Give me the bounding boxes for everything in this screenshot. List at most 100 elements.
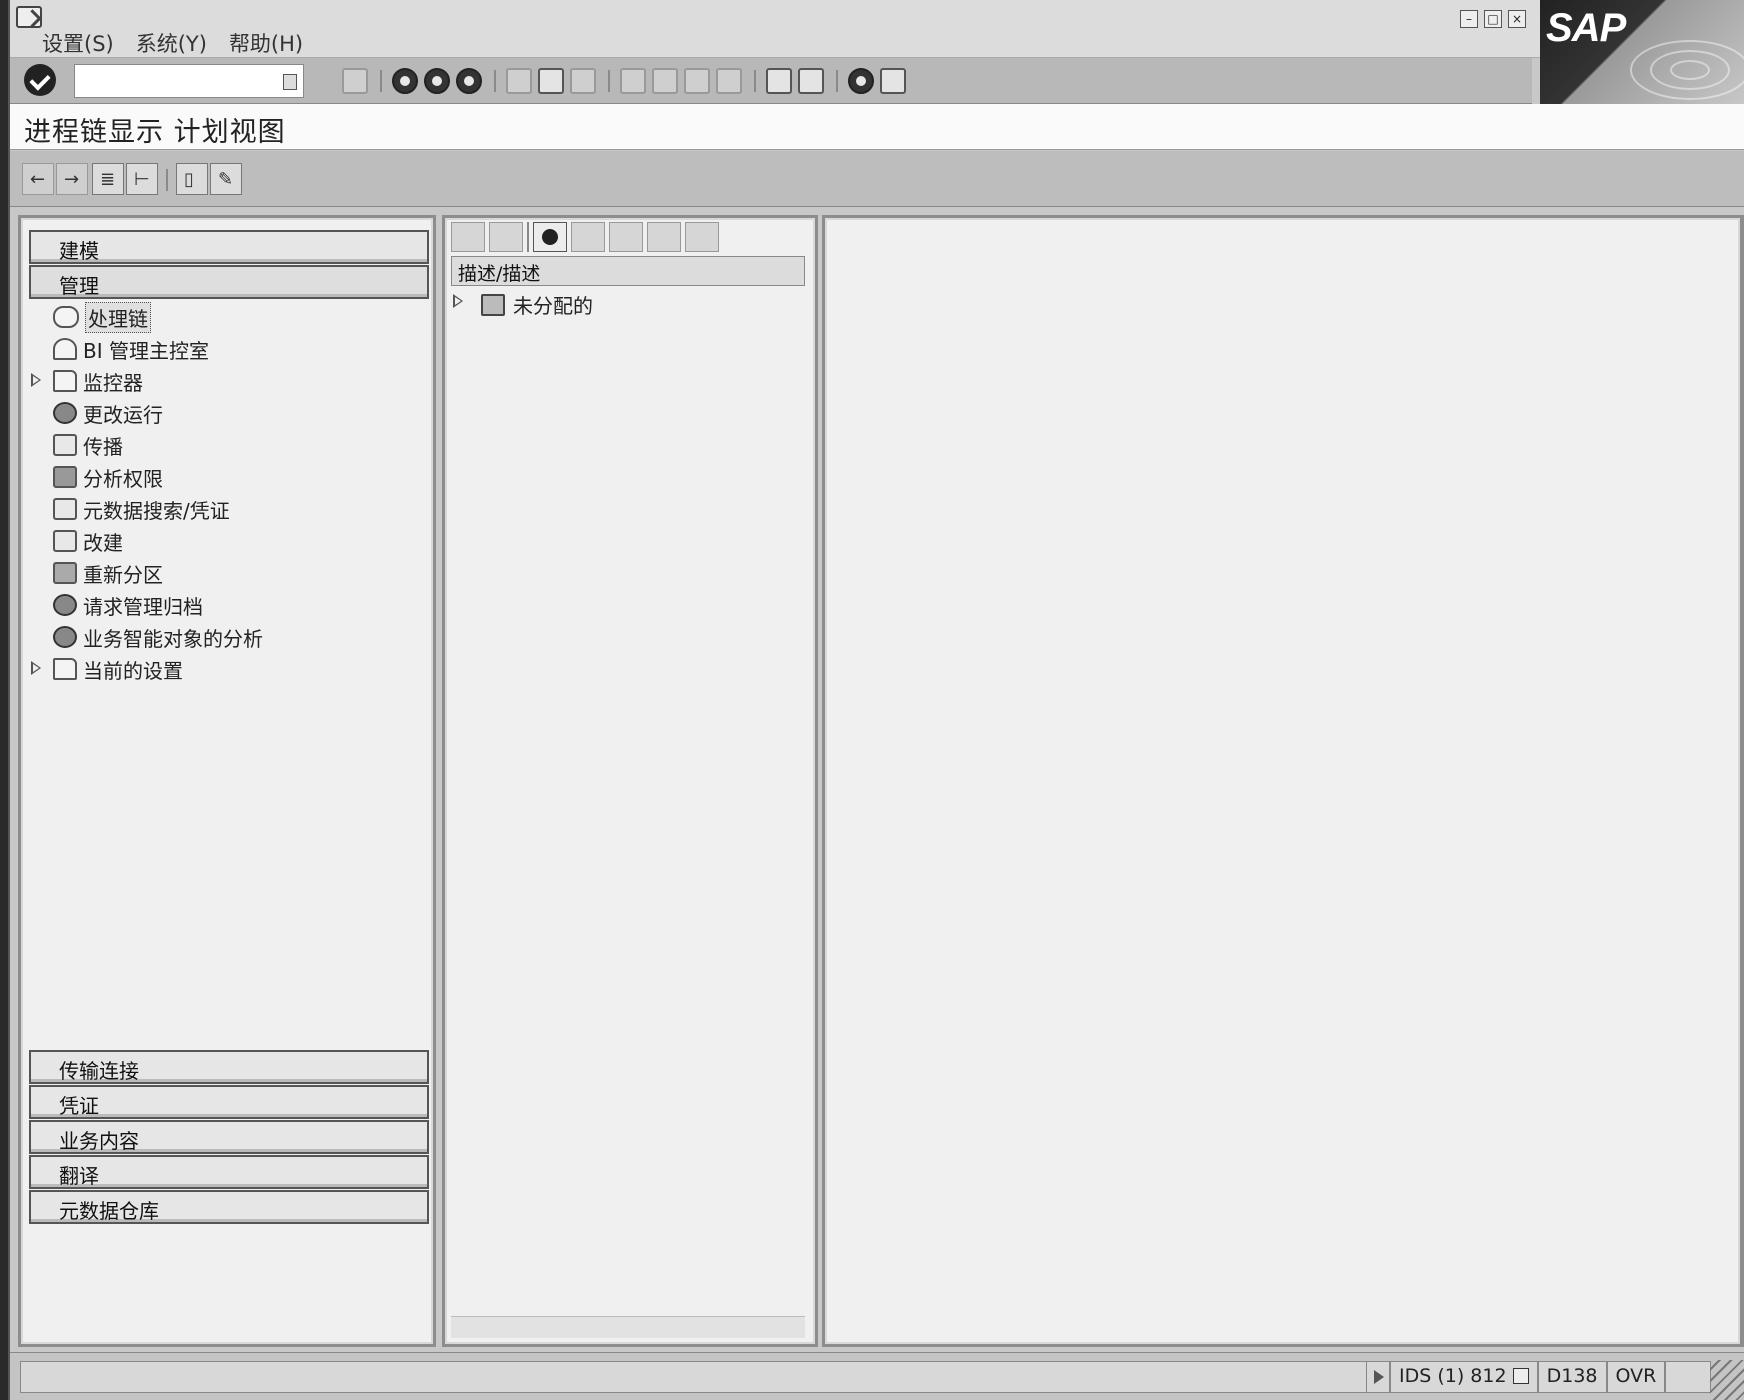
toolbar-separator (527, 222, 529, 252)
print-icon[interactable] (506, 68, 532, 94)
menu-items: 设置(S) 系统(Y) 帮助(H) (42, 28, 303, 58)
tree-item-propagate[interactable]: 传播 (53, 430, 123, 460)
expand-triangle-icon[interactable] (31, 373, 41, 387)
section-translation[interactable]: 翻译 (29, 1155, 429, 1189)
last-page-icon[interactable] (716, 68, 742, 94)
previous-page-icon[interactable] (652, 68, 678, 94)
expand-triangle-icon[interactable] (453, 294, 463, 308)
create-session-icon[interactable] (766, 68, 792, 94)
menu-bar: 设置(S) 系统(Y) 帮助(H) – □ × SAP (10, 0, 1744, 104)
layout-menu-icon[interactable] (880, 68, 906, 94)
exit-icon[interactable] (424, 68, 450, 94)
title-bar: 进程链显示 计划视图 (10, 104, 1744, 150)
gear-icon (53, 594, 77, 616)
gears-icon (53, 402, 77, 424)
system-info[interactable]: IDS (1) 812 (1390, 1361, 1538, 1393)
metadata-search-icon (53, 498, 77, 520)
tree-item-metadata-search[interactable]: 元数据搜索/凭证 (53, 494, 230, 524)
find-next-icon[interactable] (570, 68, 596, 94)
tree-item-request-archiving[interactable]: 请求管理归档 (53, 590, 203, 620)
collapse-arrow-icon[interactable] (316, 68, 330, 94)
status-message-area (20, 1361, 1376, 1393)
toolbar-separator (608, 70, 610, 92)
minimize-icon[interactable]: – (1460, 10, 1478, 28)
tree-item-monitors[interactable]: 监控器 (31, 366, 143, 396)
section-metadata-repository[interactable]: 元数据仓库 (29, 1190, 429, 1224)
shortcut-icon[interactable] (798, 68, 824, 94)
filter-icon[interactable] (571, 222, 605, 252)
status-toggle-icon[interactable] (1366, 1361, 1390, 1393)
help-icon[interactable] (848, 68, 874, 94)
tree-item-repartitioning[interactable]: 重新分区 (53, 558, 163, 588)
collapse-all-icon[interactable] (489, 222, 523, 252)
tree-item-analysis-authorizations[interactable]: 分析权限 (53, 462, 163, 492)
system-menu-icon[interactable] (16, 6, 42, 28)
new-document-icon[interactable]: ▯ (176, 163, 208, 195)
tree-view-icon[interactable]: ⊢ (126, 163, 158, 195)
maximize-icon[interactable]: □ (1484, 10, 1502, 28)
expand-all-icon[interactable] (451, 222, 485, 252)
window-controls: – □ × (1460, 10, 1526, 28)
hierarchy-icon (481, 293, 505, 316)
forward-arrow-icon[interactable]: → (56, 163, 88, 195)
folder-icon (53, 370, 77, 392)
page-title: 进程链显示 计划视图 (24, 117, 286, 148)
menu-settings[interactable]: 设置(S) (42, 28, 114, 58)
target-icon[interactable] (609, 222, 643, 252)
navigator-panel: 建模 管理 处理链 BI 管理主控室 监控器 更改运行 传播 分析权限 元数据搜… (18, 215, 436, 1347)
toolbar-separator (380, 70, 382, 92)
close-icon[interactable]: × (1508, 10, 1526, 28)
expand-triangle-icon[interactable] (31, 661, 41, 675)
enter-checkmark-icon[interactable] (24, 64, 56, 96)
tree-item-label: 重新分区 (83, 562, 163, 587)
toolbar-separator (166, 169, 168, 191)
save-icon[interactable] (342, 68, 368, 94)
edit-pencil-icon[interactable]: ✎ (210, 163, 242, 195)
repartition-icon (53, 562, 77, 584)
tree-item-bi-cockpit[interactable]: BI 管理主控室 (53, 334, 209, 364)
resize-grip-icon[interactable] (1710, 1360, 1744, 1400)
list-view-icon[interactable]: ≣ (92, 163, 124, 195)
tree-item-unassigned[interactable]: 未分配的 (453, 290, 593, 319)
chain-link-icon (53, 306, 79, 328)
command-history-icon[interactable] (283, 74, 297, 90)
gear-icon (53, 626, 77, 648)
log-icon[interactable] (685, 222, 719, 252)
tree-item-label: 改建 (83, 530, 123, 555)
column-header-description[interactable]: 描述/描述 (451, 256, 805, 286)
tree-item-label: 元数据搜索/凭证 (83, 498, 230, 523)
tree-item-label: 未分配的 (513, 294, 593, 318)
insert-mode[interactable]: OVR (1606, 1361, 1666, 1393)
section-modeling[interactable]: 建模 (29, 230, 429, 264)
section-administration[interactable]: 管理 (29, 265, 429, 299)
system-details-icon[interactable] (1512, 1368, 1529, 1384)
toolbar-separator (494, 70, 496, 92)
menu-help[interactable]: 帮助(H) (229, 28, 303, 58)
object-icon[interactable] (647, 222, 681, 252)
find-icon[interactable] (538, 68, 564, 94)
menu-system[interactable]: 系统(Y) (136, 28, 207, 58)
tree-item-current-settings[interactable]: 当前的设置 (31, 654, 183, 684)
refresh-icon[interactable] (533, 222, 567, 252)
first-page-icon[interactable] (620, 68, 646, 94)
section-business-content[interactable]: 业务内容 (29, 1120, 429, 1154)
tree-item-remodeling[interactable]: 改建 (53, 526, 123, 556)
section-documents[interactable]: 凭证 (29, 1085, 429, 1119)
tree-item-bi-object-analysis[interactable]: 业务智能对象的分析 (53, 622, 263, 652)
tree-item-label: 分析权限 (83, 466, 163, 491)
next-page-icon[interactable] (684, 68, 710, 94)
authorization-icon (53, 466, 77, 488)
tree-item-label: 请求管理归档 (83, 594, 203, 619)
sap-logo: SAP (1540, 0, 1744, 104)
section-transport-connection[interactable]: 传输连接 (29, 1050, 429, 1084)
tree-item-process-chain[interactable]: 处理链 (53, 301, 151, 333)
toolbar-separator (836, 70, 838, 92)
remodel-icon (53, 530, 77, 552)
command-field[interactable] (74, 64, 304, 98)
back-icon[interactable] (392, 68, 418, 94)
cancel-icon[interactable] (456, 68, 482, 94)
tree-item-label: BI 管理主控室 (83, 338, 209, 363)
back-arrow-icon[interactable]: ← (22, 163, 54, 195)
tree-item-label: 更改运行 (83, 402, 163, 427)
tree-item-change-run[interactable]: 更改运行 (53, 398, 163, 428)
